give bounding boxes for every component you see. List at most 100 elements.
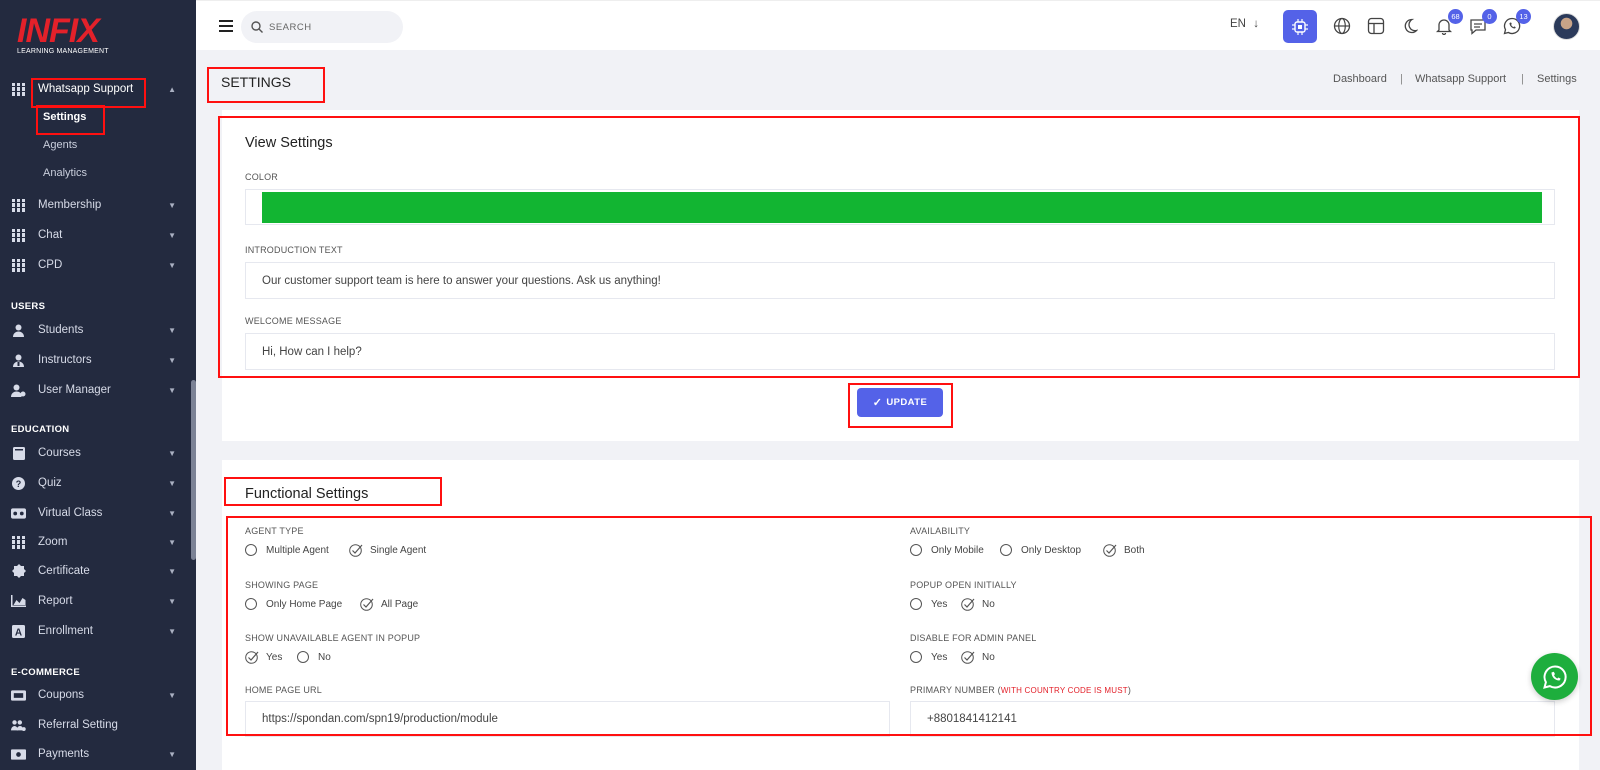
primary-number-note: WITH COUNTRY CODE IS MUST	[1000, 686, 1128, 695]
cpu-button[interactable]	[1283, 10, 1317, 43]
option-label: Yes	[931, 598, 948, 610]
bell-icon[interactable]: 68	[1433, 9, 1463, 37]
sidebar-item-label: Coupons	[38, 689, 85, 701]
disable-admin-no-option[interactable]: No	[961, 650, 995, 664]
language-label: EN	[1230, 18, 1246, 30]
popup-open-yes-option[interactable]: Yes	[910, 598, 947, 610]
radio-checked-icon	[349, 543, 363, 557]
enrollment-icon: A	[11, 624, 26, 639]
caret-down-icon: ▼	[168, 566, 176, 576]
chat-icon[interactable]: 0	[1467, 9, 1497, 37]
ticket-icon	[11, 688, 26, 703]
sidebar-subitem-settings[interactable]: Settings	[43, 111, 86, 123]
sidebar-subitem-analytics[interactable]: Analytics	[43, 167, 87, 179]
sidebar-item-chat[interactable]: Chat ▼	[0, 222, 196, 248]
agent-type-multiple-option[interactable]: Multiple Agent	[245, 544, 329, 556]
sidebar-subitem-agents[interactable]: Agents	[43, 139, 77, 151]
sidebar-item-label: Courses	[38, 447, 81, 459]
sidebar-item-cpd[interactable]: CPD ▼	[0, 252, 196, 278]
welcome-message-input[interactable]: Hi, How can I help?	[245, 333, 1555, 370]
page-title: SETTINGS	[221, 74, 292, 90]
show-unavailable-no-option[interactable]: No	[297, 651, 331, 663]
disable-admin-label: DISABLE FOR ADMIN PANEL	[910, 633, 1037, 643]
home-url-input[interactable]: https://spondan.com/spn19/production/mod…	[245, 701, 890, 737]
sidebar-item-enrollment[interactable]: A Enrollment ▼	[0, 618, 196, 644]
availability-both-option[interactable]: Both	[1103, 543, 1145, 557]
intro-text-input[interactable]: Our customer support team is here to ans…	[245, 262, 1555, 299]
sidebar-scrollbar[interactable]	[191, 380, 196, 560]
primary-number-label: PRIMARY NUMBER (WITH COUNTRY CODE IS MUS…	[910, 685, 1131, 695]
search-bar[interactable]: SEARCH	[241, 11, 403, 43]
sidebar-item-instructors[interactable]: Instructors ▼	[0, 347, 196, 373]
sidebar-item-user-manager[interactable]: User Manager ▼	[0, 377, 196, 403]
caret-down-icon: ▼	[168, 690, 176, 700]
sidebar-item-courses[interactable]: Courses ▼	[0, 440, 196, 466]
agent-type-label: AGENT TYPE	[245, 526, 304, 536]
grid-icon	[11, 535, 26, 550]
view-settings-heading: View Settings	[245, 135, 333, 151]
moon-icon[interactable]	[1399, 15, 1421, 37]
availability-mobile-option[interactable]: Only Mobile	[910, 544, 984, 556]
sidebar-item-quiz[interactable]: ? Quiz ▼	[0, 470, 196, 496]
showing-page-label: SHOWING PAGE	[245, 580, 319, 590]
brand-logo[interactable]: INFIX LEARNING MANAGEMENT	[17, 12, 109, 55]
messages-badge: 0	[1482, 9, 1497, 24]
language-selector[interactable]: EN ↓	[1230, 18, 1259, 30]
globe-icon[interactable]	[1331, 15, 1353, 37]
sidebar: INFIX LEARNING MANAGEMENT Whatsapp Suppo…	[0, 0, 196, 770]
radio-unchecked-icon	[245, 544, 257, 556]
sidebar-item-coupons[interactable]: Coupons ▼	[0, 682, 196, 708]
sidebar-item-label: Referral Setting	[38, 719, 118, 731]
update-button-label: UPDATE	[886, 397, 928, 408]
breadcrumb-dashboard[interactable]: Dashboard	[1333, 73, 1387, 85]
search-input[interactable]: SEARCH	[269, 22, 312, 33]
option-label: All Page	[381, 598, 419, 610]
sidebar-item-payments[interactable]: Payments ▼	[0, 741, 196, 767]
vr-icon	[11, 506, 26, 521]
sidebar-item-report[interactable]: Report ▼	[0, 588, 196, 614]
option-label: Yes	[266, 651, 283, 663]
update-button[interactable]: ✓ UPDATE	[857, 388, 943, 417]
caret-down-icon: ▼	[168, 260, 176, 270]
menu-icon[interactable]	[219, 19, 233, 37]
showing-page-home-option[interactable]: Only Home Page	[245, 598, 342, 610]
breadcrumb-whatsapp-support[interactable]: Whatsapp Support	[1415, 73, 1506, 85]
showing-page-all-option[interactable]: All Page	[360, 597, 418, 611]
radio-checked-icon	[961, 650, 975, 664]
svg-text:A: A	[15, 627, 22, 638]
avatar[interactable]	[1553, 13, 1580, 40]
availability-label: AVAILABILITY	[910, 526, 971, 536]
welcome-message-label: WELCOME MESSAGE	[245, 316, 342, 326]
book-icon	[11, 446, 26, 461]
color-input[interactable]	[245, 189, 1555, 225]
radio-unchecked-icon	[910, 651, 922, 663]
functional-settings-heading: Functional Settings	[245, 486, 369, 502]
sidebar-item-students[interactable]: Students ▼	[0, 317, 196, 343]
show-unavailable-yes-option[interactable]: Yes	[245, 650, 282, 664]
radio-unchecked-icon	[1000, 544, 1012, 556]
popup-open-no-option[interactable]: No	[961, 597, 995, 611]
primary-number-input[interactable]: +8801841412141	[910, 701, 1555, 737]
caret-down-icon: ▼	[168, 626, 176, 636]
sidebar-item-whatsapp-support[interactable]: Whatsapp Support ▲	[0, 76, 196, 102]
whatsapp-badge: 13	[1516, 9, 1531, 24]
disable-admin-yes-option[interactable]: Yes	[910, 651, 947, 663]
whatsapp-icon[interactable]: 13	[1501, 9, 1531, 37]
brand-name: INFIX	[17, 12, 100, 50]
whatsapp-chat-button[interactable]	[1531, 653, 1578, 700]
instructor-icon	[11, 353, 26, 368]
sidebar-item-membership[interactable]: Membership ▼	[0, 192, 196, 218]
sidebar-item-label: Virtual Class	[38, 507, 103, 519]
layout-icon[interactable]	[1365, 15, 1387, 37]
sidebar-item-zoom[interactable]: Zoom ▼	[0, 529, 196, 555]
availability-desktop-option[interactable]: Only Desktop	[1000, 544, 1081, 556]
sidebar-item-virtual-class[interactable]: Virtual Class ▼	[0, 500, 196, 526]
whatsapp-icon	[1542, 664, 1567, 689]
option-label: Single Agent	[370, 544, 427, 556]
sidebar-item-label: Membership	[38, 199, 102, 211]
caret-down-icon: ▼	[168, 385, 176, 395]
sidebar-item-referral-setting[interactable]: Referral Setting	[0, 712, 196, 738]
agent-type-single-option[interactable]: Single Agent	[349, 543, 426, 557]
sidebar-item-label: Certificate	[38, 565, 90, 577]
sidebar-item-certificate[interactable]: Certificate ▼	[0, 558, 196, 584]
